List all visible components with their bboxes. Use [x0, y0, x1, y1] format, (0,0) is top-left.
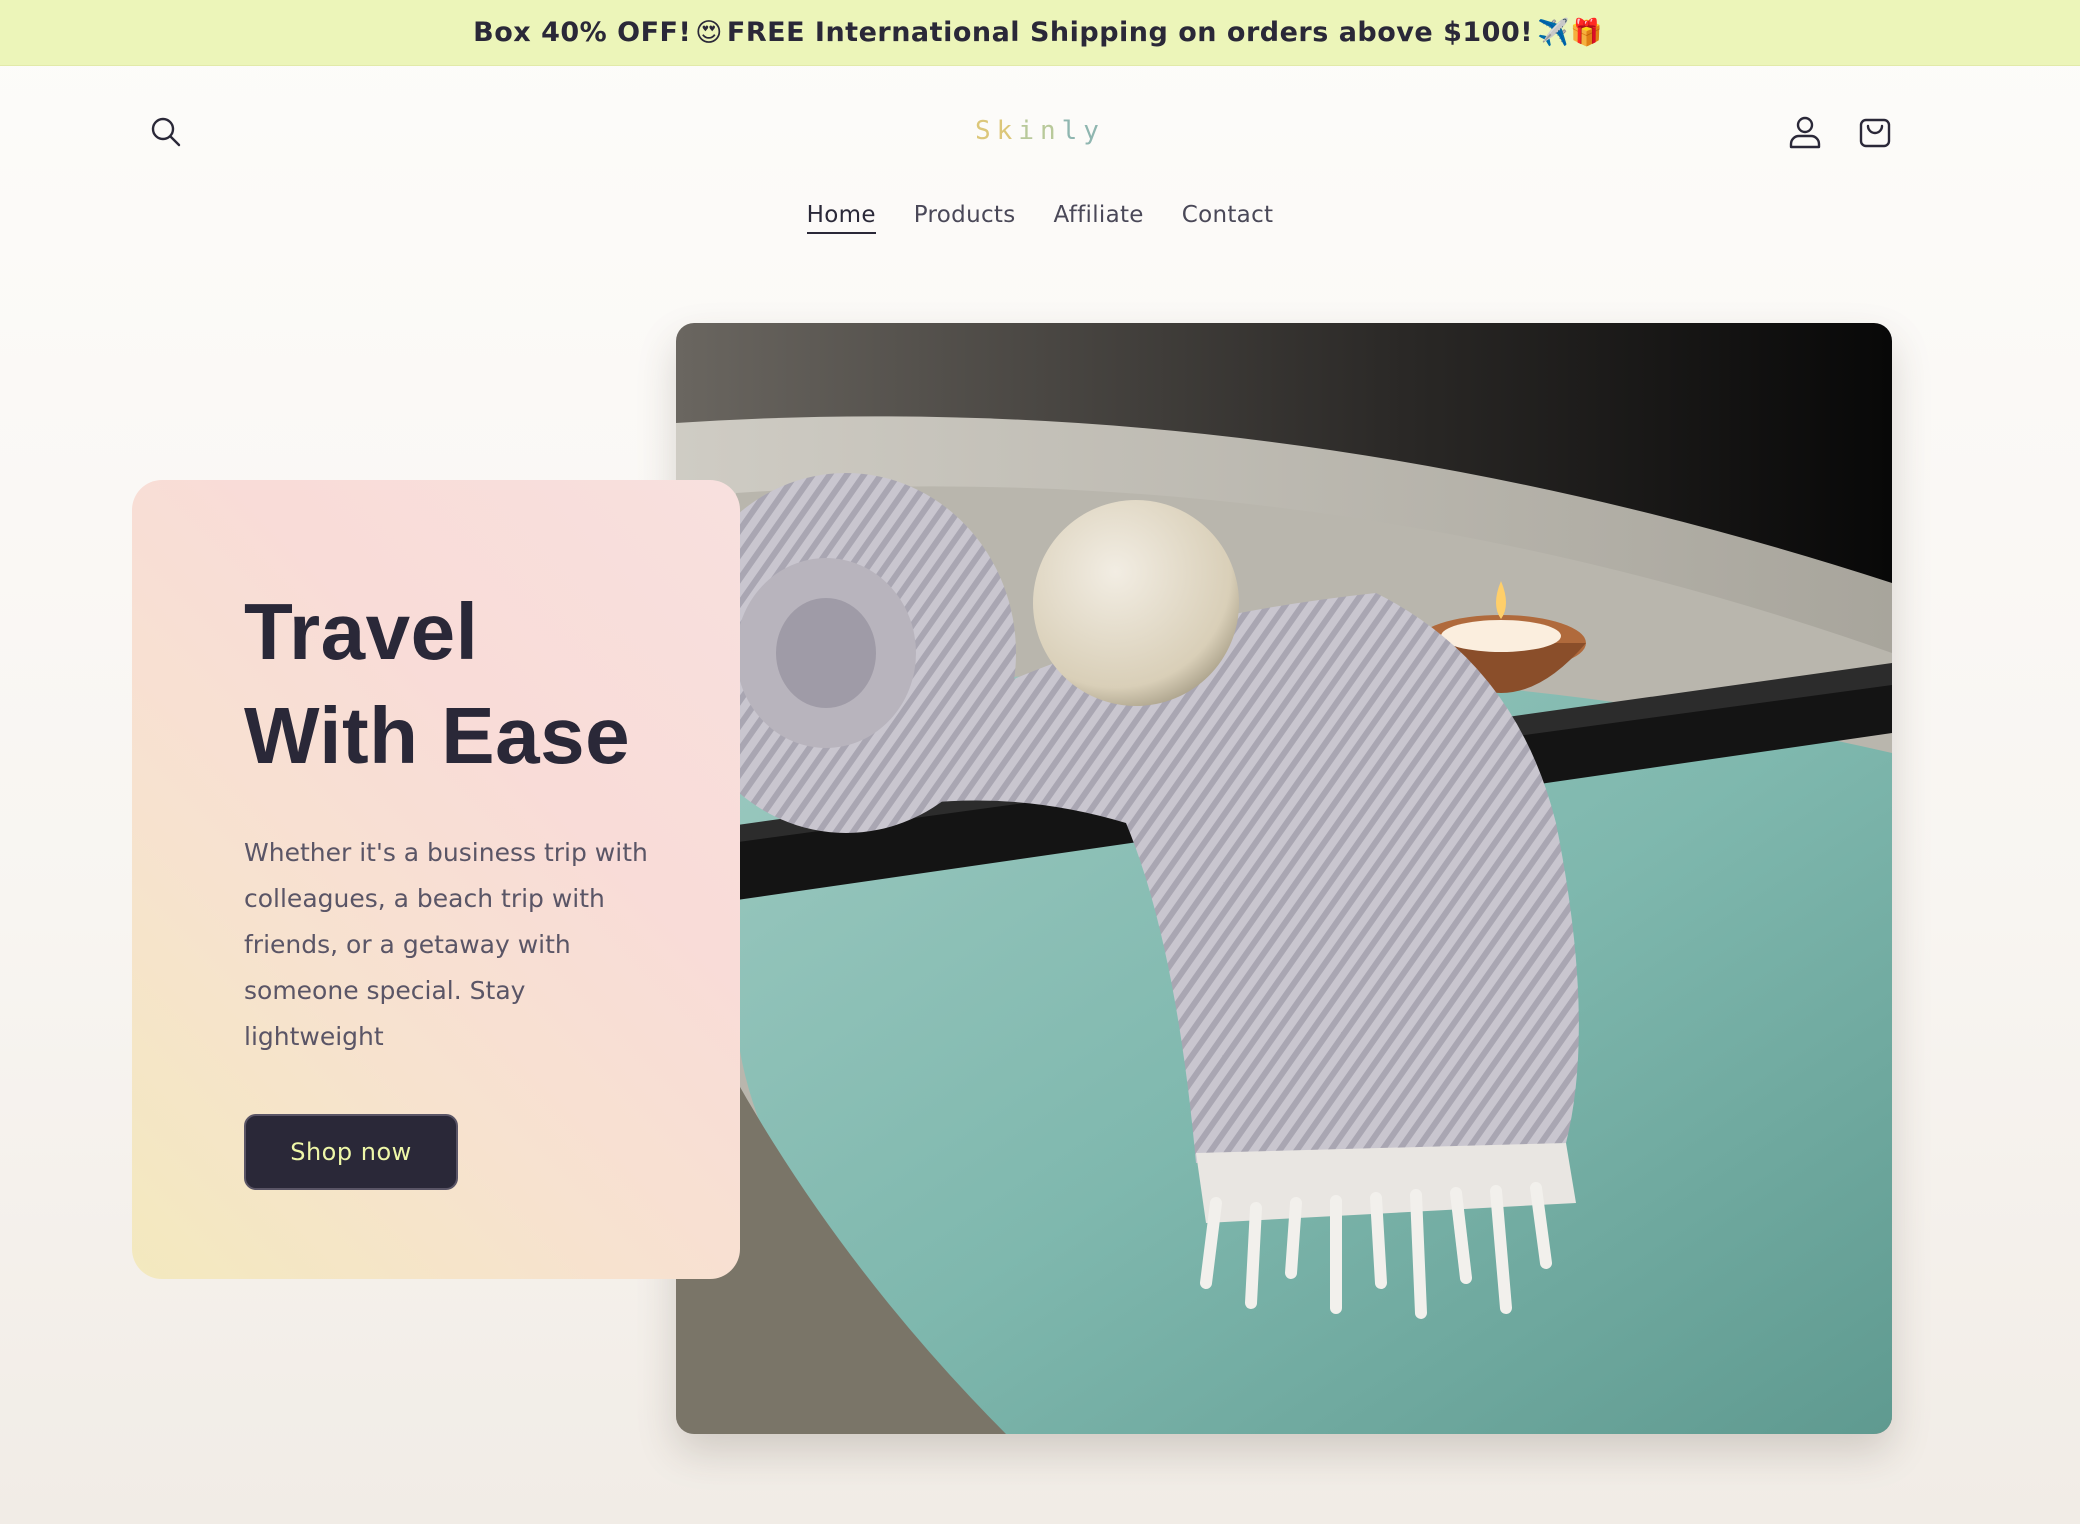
cart-button[interactable] — [1845, 102, 1905, 162]
account-icon — [1789, 116, 1821, 149]
nav-item-products[interactable]: Products — [914, 202, 1016, 234]
hero-description: Whether it's a business trip with collea… — [244, 838, 648, 1051]
nav-item-contact[interactable]: Contact — [1182, 202, 1274, 234]
cart-icon — [1859, 118, 1891, 148]
logo-part-1: Sk — [975, 116, 1019, 146]
hero-image — [676, 323, 1892, 1434]
bath-scene-illustration — [676, 323, 1892, 1434]
announcement-text-2: FREE International Shipping on orders ab… — [726, 17, 1534, 48]
announcement-bar: Box 40% OFF! 😍 FREE International Shippi… — [0, 0, 2080, 66]
announcement-text-1: Box 40% OFF! — [473, 17, 692, 48]
logo-part-3: ly — [1061, 116, 1105, 146]
nav-item-affiliate[interactable]: Affiliate — [1054, 202, 1144, 234]
main-nav: Home Products Affiliate Contact — [0, 202, 2080, 234]
site-logo[interactable]: Skinly — [0, 116, 2080, 146]
account-button[interactable] — [1775, 102, 1835, 162]
page: Box 40% OFF! 😍 FREE International Shippi… — [0, 0, 2080, 1524]
hero-title: Travel With Ease — [244, 580, 704, 788]
plane-gift-emoji-icon: ✈️🎁 — [1537, 17, 1603, 48]
shop-now-button[interactable]: Shop now — [244, 1114, 458, 1190]
nav-item-home[interactable]: Home — [806, 202, 876, 234]
site-header: Skinly Home Products Affiliate Contact — [0, 66, 2080, 266]
logo-part-2: in — [1018, 116, 1062, 146]
hero-title-line-2: With Ease — [244, 691, 631, 780]
heart-eyes-emoji-icon: 😍 — [695, 17, 723, 48]
hero-title-line-1: Travel — [244, 587, 479, 676]
hero-card: Travel With Ease Whether it's a business… — [132, 480, 740, 1279]
